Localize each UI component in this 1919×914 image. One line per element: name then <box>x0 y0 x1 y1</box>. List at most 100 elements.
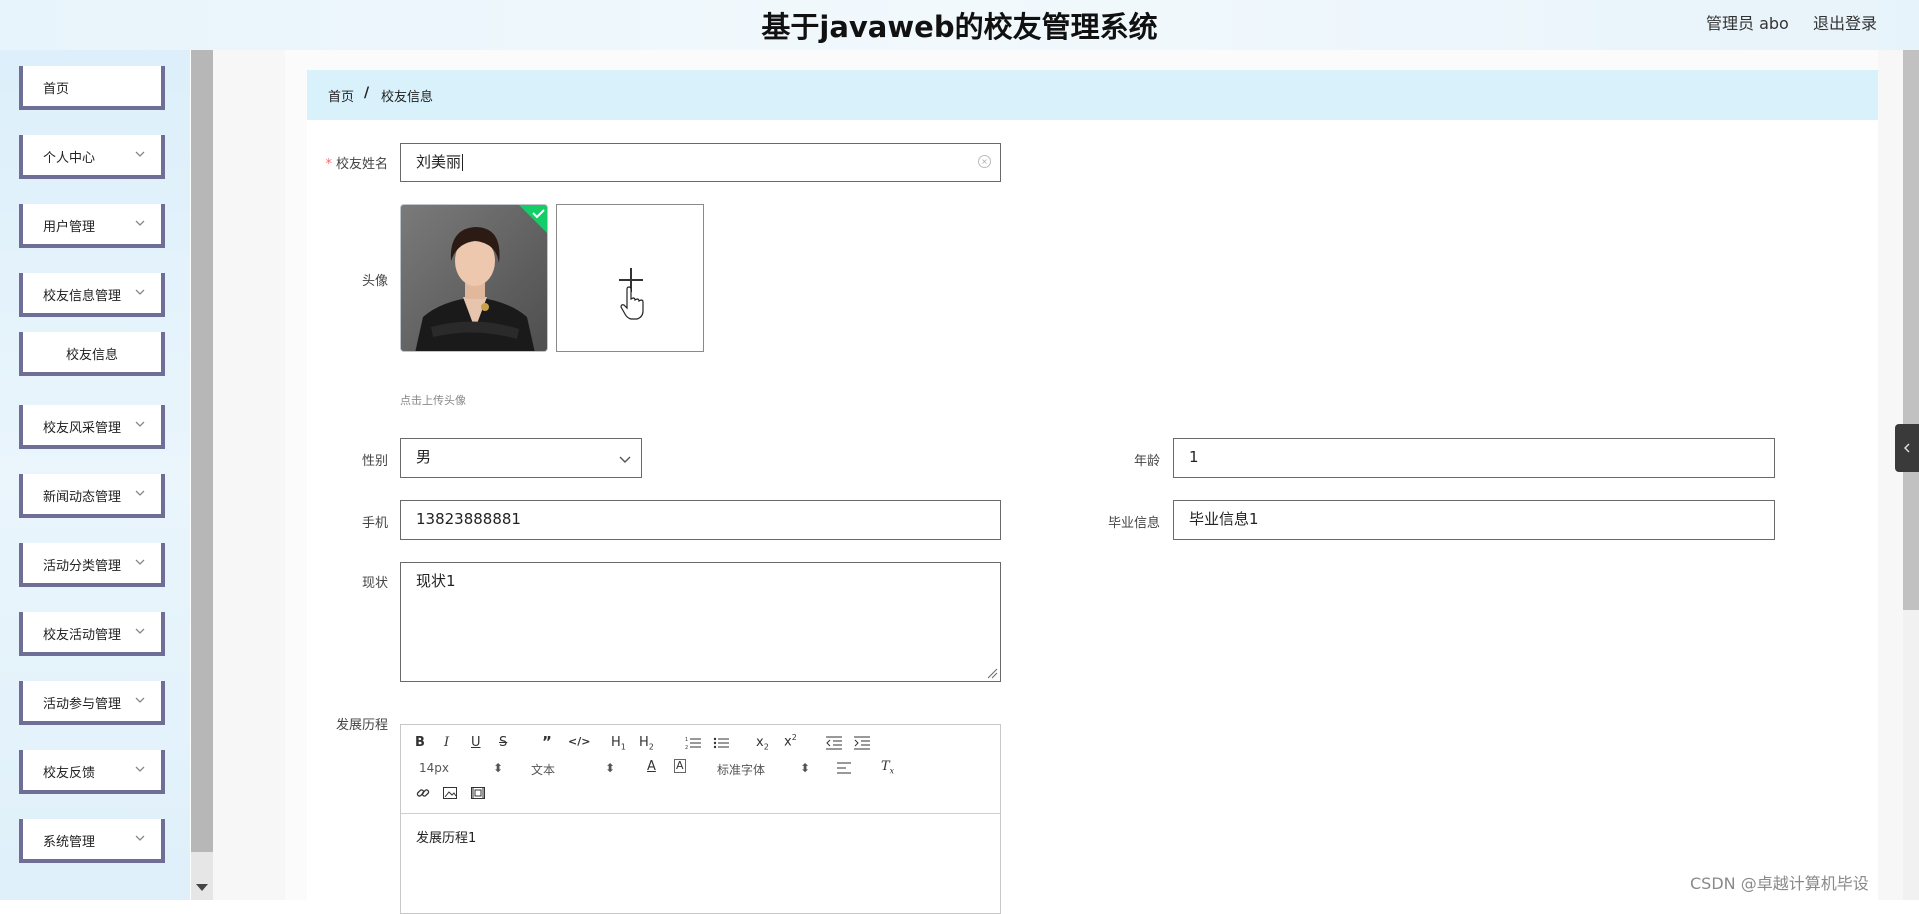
header-1-icon[interactable]: H1 <box>611 735 626 752</box>
sidebar-item-profile-center[interactable]: 个人中心 <box>19 135 165 179</box>
editor-toolbar: B I U S ” </> H1 H2 12 x2 x2 14px ⬍ 文本 ⬍… <box>401 725 1000 814</box>
sidebar-item-alumni-info-management[interactable]: 校友信息管理 <box>19 273 165 317</box>
sidebar-item-label: 用户管理 <box>43 220 96 235</box>
superscript-icon[interactable]: x2 <box>784 733 797 749</box>
avatar-photo <box>401 205 547 351</box>
name-input[interactable]: 刘美丽 × <box>400 143 1001 182</box>
sidebar-item-label: 校友信息 <box>65 348 118 363</box>
image-icon[interactable] <box>443 787 457 799</box>
editor-content: 发展历程1 <box>416 831 477 846</box>
clear-format-icon[interactable]: Tx <box>881 759 894 776</box>
sidebar-item-system-management[interactable]: 系统管理 <box>19 819 165 863</box>
sidebar: 首页 个人中心 用户管理 校友信息管理 校友信息 校友风采管理 新闻动态管理 活… <box>0 50 190 900</box>
font-color-icon[interactable]: A <box>647 759 656 774</box>
bold-icon[interactable]: B <box>415 735 425 750</box>
graduation-input-value: 毕业信息1 <box>1189 510 1259 528</box>
phone-label: 手机 <box>361 516 388 531</box>
phone-input[interactable]: 13823888881 <box>400 500 1001 540</box>
app-title: 基于javaweb的校友管理系统 <box>761 10 1158 44</box>
font-size-select[interactable]: 14px <box>419 761 449 775</box>
sidebar-item-label: 系统管理 <box>43 835 96 850</box>
block-format-select[interactable]: 文本 <box>531 761 555 778</box>
logout-button[interactable]: 退出登录 <box>1813 10 1877 34</box>
chevron-down-icon <box>135 421 145 427</box>
graduation-input[interactable]: 毕业信息1 <box>1173 500 1775 540</box>
sidebar-item-label: 校友活动管理 <box>43 628 122 643</box>
block-format-select-arrows-icon: ⬍ <box>605 761 616 775</box>
chevron-down-icon <box>135 220 145 226</box>
bullet-list-icon[interactable] <box>713 736 729 750</box>
resize-handle-icon[interactable] <box>986 667 998 679</box>
underline-icon[interactable]: U <box>471 735 481 750</box>
ordered-list-icon[interactable]: 12 <box>685 736 701 750</box>
sidebar-item-activity-participation-management[interactable]: 活动参与管理 <box>19 681 165 725</box>
sidebar-item-home[interactable]: 首页 <box>19 66 165 110</box>
avatar-label: 头像 <box>361 274 388 289</box>
phone-input-value: 13823888881 <box>416 510 521 528</box>
italic-icon[interactable]: I <box>444 735 449 750</box>
svg-text:1: 1 <box>685 737 688 743</box>
sidebar-scrollbar-thumb[interactable] <box>191 50 213 852</box>
age-label: 年龄 <box>1133 454 1160 469</box>
code-block-icon[interactable]: </> <box>568 735 590 748</box>
sidebar-item-activity-category-management[interactable]: 活动分类管理 <box>19 543 165 587</box>
name-label-text: 校友姓名 <box>335 157 388 172</box>
page-scrollbar-thumb[interactable] <box>1903 50 1919 610</box>
font-size-select-arrows-icon: ⬍ <box>493 761 504 775</box>
breadcrumb-home-link[interactable]: 首页 <box>328 86 354 105</box>
gender-select-value: 男 <box>416 448 432 466</box>
status-label: 现状 <box>361 576 388 591</box>
current-user-label: 管理员 abo <box>1706 14 1789 33</box>
outdent-icon[interactable] <box>826 736 842 750</box>
sidebar-item-alumni-style-management[interactable]: 校友风采管理 <box>19 405 165 449</box>
plus-icon <box>619 268 644 320</box>
blockquote-icon[interactable]: ” <box>542 733 552 751</box>
graduation-label: 毕业信息 <box>1107 516 1160 531</box>
font-family-select[interactable]: 标准字体 <box>717 761 765 778</box>
font-size-value: 14px <box>419 761 449 775</box>
font-family-value: 标准字体 <box>717 763 766 777</box>
chevron-down-icon <box>135 490 145 496</box>
indent-icon[interactable] <box>854 736 870 750</box>
sidebar-item-label: 新闻动态管理 <box>43 490 122 505</box>
avatar-upload-button[interactable] <box>556 204 704 352</box>
link-icon[interactable] <box>416 786 430 800</box>
required-asterisk: * <box>325 157 332 172</box>
subscript-icon[interactable]: x2 <box>756 735 769 752</box>
breadcrumb-separator: / <box>364 85 370 101</box>
sidebar-item-label: 活动参与管理 <box>43 697 122 712</box>
sidebar-item-user-management[interactable]: 用户管理 <box>19 204 165 248</box>
rich-text-editor[interactable]: B I U S ” </> H1 H2 12 x2 x2 14px ⬍ 文本 ⬍… <box>400 724 1001 914</box>
side-collapse-button[interactable] <box>1895 424 1919 472</box>
avatar-image[interactable] <box>400 204 548 352</box>
header-2-icon[interactable]: H2 <box>639 735 654 752</box>
sidebar-item-news-management[interactable]: 新闻动态管理 <box>19 474 165 518</box>
chevron-down-icon <box>135 559 145 565</box>
scroll-down-arrow-icon[interactable] <box>196 884 208 891</box>
video-icon[interactable] <box>471 787 485 799</box>
sidebar-item-label: 校友风采管理 <box>43 421 122 436</box>
sidebar-item-alumni-activity-management[interactable]: 校友活动管理 <box>19 612 165 656</box>
sidebar-item-label: 活动分类管理 <box>43 559 122 574</box>
sidebar-subitem-alumni-info[interactable]: 校友信息 <box>19 332 165 376</box>
gender-select[interactable]: 男 <box>400 438 642 478</box>
status-textarea-value: 现状1 <box>416 572 456 590</box>
upload-avatar-tip: 点击上传头像 <box>400 394 466 407</box>
sidebar-item-label: 首页 <box>43 82 70 97</box>
svg-text:2: 2 <box>685 745 688 750</box>
age-input[interactable]: 1 <box>1173 438 1775 478</box>
clear-icon[interactable]: × <box>978 155 991 168</box>
age-input-value: 1 <box>1189 448 1199 466</box>
chevron-down-icon <box>135 697 145 703</box>
background-color-icon[interactable]: A <box>674 759 686 773</box>
sidebar-item-alumni-feedback[interactable]: 校友反馈 <box>19 750 165 794</box>
breadcrumb-current: 校友信息 <box>381 90 434 105</box>
chevron-left-icon <box>1903 443 1910 453</box>
sidebar-item-label: 校友反馈 <box>43 766 96 781</box>
font-family-select-arrows-icon: ⬍ <box>800 761 811 775</box>
status-textarea[interactable]: 现状1 <box>400 562 1001 682</box>
align-icon[interactable] <box>837 762 851 774</box>
history-label: 发展历程 <box>335 718 388 733</box>
breadcrumb: 首页 / 校友信息 <box>307 70 1878 120</box>
strikethrough-icon[interactable]: S <box>499 735 507 750</box>
